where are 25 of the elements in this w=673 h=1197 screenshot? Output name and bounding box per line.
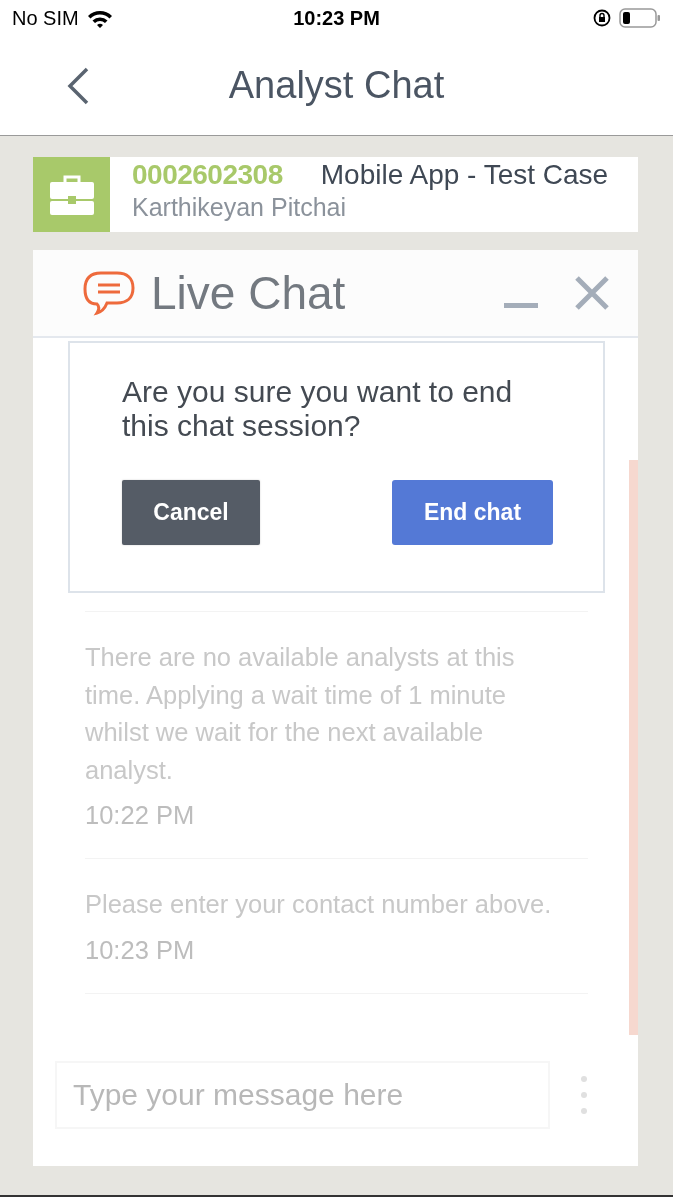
wifi-icon <box>86 8 113 28</box>
chat-title: Live Chat <box>151 266 346 320</box>
chat-bubble-icon <box>83 270 135 316</box>
case-number: 0002602308 <box>132 159 283 191</box>
message-input[interactable]: Type your message here <box>55 1061 550 1129</box>
battery-icon <box>619 8 661 28</box>
rotation-lock-icon <box>593 9 611 27</box>
carrier: No SIM <box>12 6 79 30</box>
briefcase-icon <box>48 173 95 216</box>
screen-title: Analyst Chat <box>228 64 445 107</box>
clock: 10:23 PM <box>293 6 380 30</box>
minimize-icon <box>504 302 538 308</box>
case-owner: Karthikeyan Pitchai <box>132 193 347 222</box>
case-card[interactable]: 0002602308 Mobile App - Test Case Karthikeyan Pitchai <box>33 157 638 232</box>
close-icon <box>574 275 610 311</box>
end-chat-button[interactable]: End chat <box>392 480 553 545</box>
dialog-message: Are you sure you want to end this chat session? <box>122 375 514 443</box>
message-time: 10:23 PM <box>85 935 196 965</box>
more-button[interactable] <box>581 1076 587 1114</box>
case-title: Mobile App - Test Case <box>320 159 609 191</box>
cancel-button[interactable]: Cancel <box>122 480 260 545</box>
back-button[interactable] <box>66 66 90 105</box>
message-time: 10:22 PM <box>85 801 196 830</box>
close-button[interactable] <box>574 275 610 311</box>
scrollbar[interactable] <box>629 460 638 1035</box>
